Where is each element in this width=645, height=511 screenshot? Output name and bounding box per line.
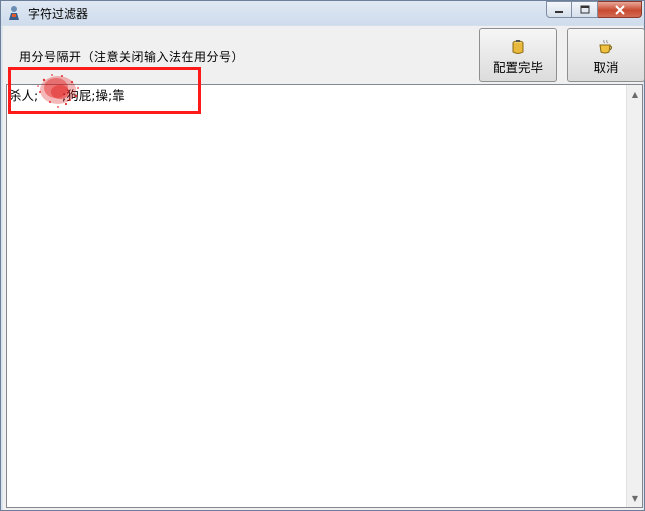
minimize-icon: [555, 10, 563, 13]
minimize-button[interactable]: [546, 1, 572, 18]
pot-icon: [512, 40, 524, 54]
close-button[interactable]: [598, 1, 642, 18]
app-person-icon: [9, 6, 19, 20]
config-done-button[interactable]: 配置完毕: [479, 28, 557, 82]
cancel-button[interactable]: 取消: [567, 28, 645, 82]
redaction-scribble: [37, 74, 79, 108]
cancel-label: 取消: [593, 60, 619, 75]
instruction-label: 用分号隔开（注意关闭输入法在用分号）: [19, 50, 245, 64]
maximize-button[interactable]: [572, 1, 598, 18]
close-icon: [614, 4, 625, 15]
window-title: 字符过滤器: [28, 7, 89, 21]
maximize-icon: [580, 5, 589, 14]
cup-icon: [599, 39, 613, 54]
scroll-up-icon[interactable]: ▲: [627, 86, 643, 102]
title-bar[interactable]: 字符过滤器: [1, 1, 644, 25]
scroll-down-icon[interactable]: ▼: [627, 490, 643, 506]
filter-words-textarea[interactable]: 杀人; ;狗屁;操;靠 ▲ ▼: [6, 84, 643, 508]
config-done-label: 配置完毕: [492, 60, 543, 75]
vertical-scrollbar[interactable]: ▲ ▼: [626, 85, 642, 507]
